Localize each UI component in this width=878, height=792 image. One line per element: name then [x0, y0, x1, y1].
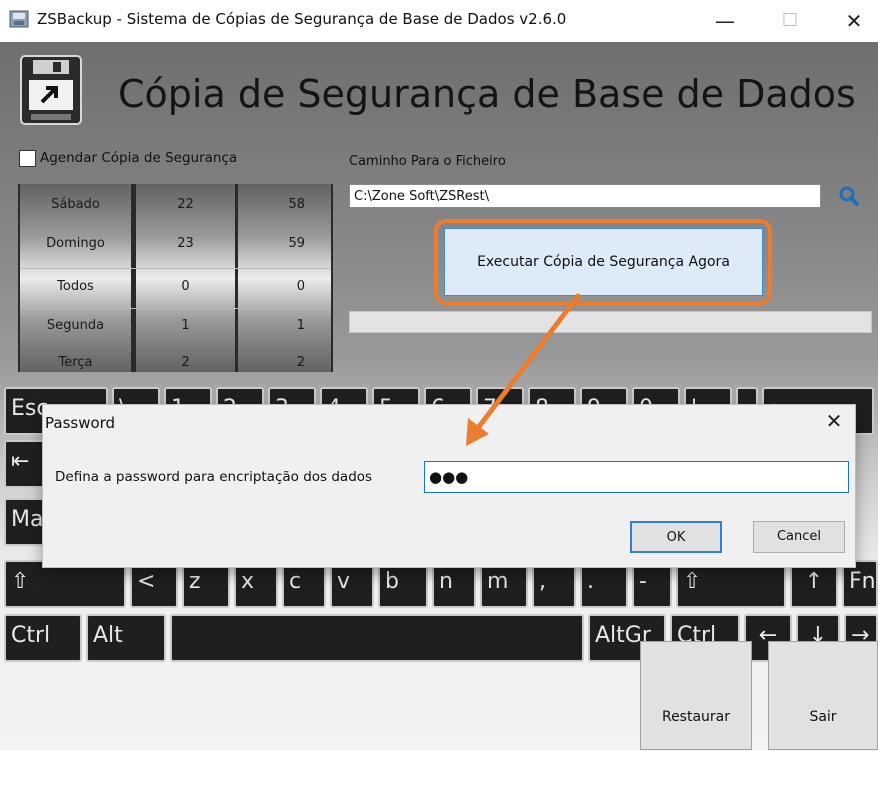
window-title: ZSBackup - Sistema de Cópias de Seguranç… — [37, 10, 567, 28]
wheel-item[interactable]: 1 — [136, 305, 235, 346]
page-title: Cópia de Segurança de Base de Dados — [118, 72, 856, 116]
wheel-item[interactable]: Terça — [20, 342, 131, 383]
wheel-item[interactable]: Segunda — [20, 305, 131, 346]
path-label: Caminho Para o Ficheiro — [349, 154, 506, 169]
exit-button[interactable]: Sair — [768, 641, 878, 750]
search-icon[interactable] — [836, 184, 862, 208]
password-label: Defina a password para encriptação dos d… — [55, 469, 373, 485]
wheel-item[interactable]: Sábado — [20, 184, 131, 225]
wheel-selection-band — [20, 268, 331, 309]
restore-button[interactable]: Restaurar — [640, 641, 752, 750]
key-ctrl-left[interactable]: Ctrl — [4, 614, 82, 662]
wheel-item[interactable]: Domingo — [20, 223, 131, 264]
key-alt[interactable]: Alt — [86, 614, 166, 662]
wheel-item[interactable]: 1 — [238, 305, 331, 346]
password-dialog: Password ✕ Defina a password para encrip… — [42, 404, 856, 568]
wheel-item[interactable]: 2 — [238, 342, 331, 383]
wheel-item[interactable]: 2 — [136, 342, 235, 383]
wheel-item[interactable]: 58 — [238, 184, 331, 225]
dialog-title: Password — [45, 414, 116, 432]
schedule-wheels: Sábado Domingo Todos Segunda Terça 22 23… — [18, 184, 333, 372]
progress-bar — [349, 311, 872, 333]
key-space[interactable] — [170, 614, 584, 662]
maximize-button[interactable]: ☐ — [770, 8, 810, 34]
wheel-item[interactable]: 22 — [136, 184, 235, 225]
title-bar: ZSBackup - Sistema de Cópias de Seguranç… — [0, 0, 878, 42]
ok-button[interactable]: OK — [630, 521, 722, 553]
dialog-close-icon[interactable]: ✕ — [819, 409, 849, 433]
execute-backup-button[interactable]: Executar Cópia de Segurança Agora — [444, 228, 763, 296]
close-button[interactable]: ✕ — [834, 8, 874, 34]
wheel-item[interactable]: 59 — [238, 223, 331, 264]
password-input[interactable]: ●●● — [424, 461, 849, 493]
schedule-checkbox-label: Agendar Cópia de Segurança — [40, 150, 238, 166]
wheel-item[interactable]: 23 — [136, 223, 235, 264]
minimize-button[interactable]: — — [705, 8, 745, 34]
floppy-disk-icon — [20, 55, 82, 125]
schedule-checkbox[interactable] — [19, 150, 36, 167]
app-icon — [9, 10, 29, 28]
cancel-button[interactable]: Cancel — [753, 521, 845, 553]
path-input[interactable]: C:\Zone Soft\ZSRest\ — [349, 184, 821, 208]
